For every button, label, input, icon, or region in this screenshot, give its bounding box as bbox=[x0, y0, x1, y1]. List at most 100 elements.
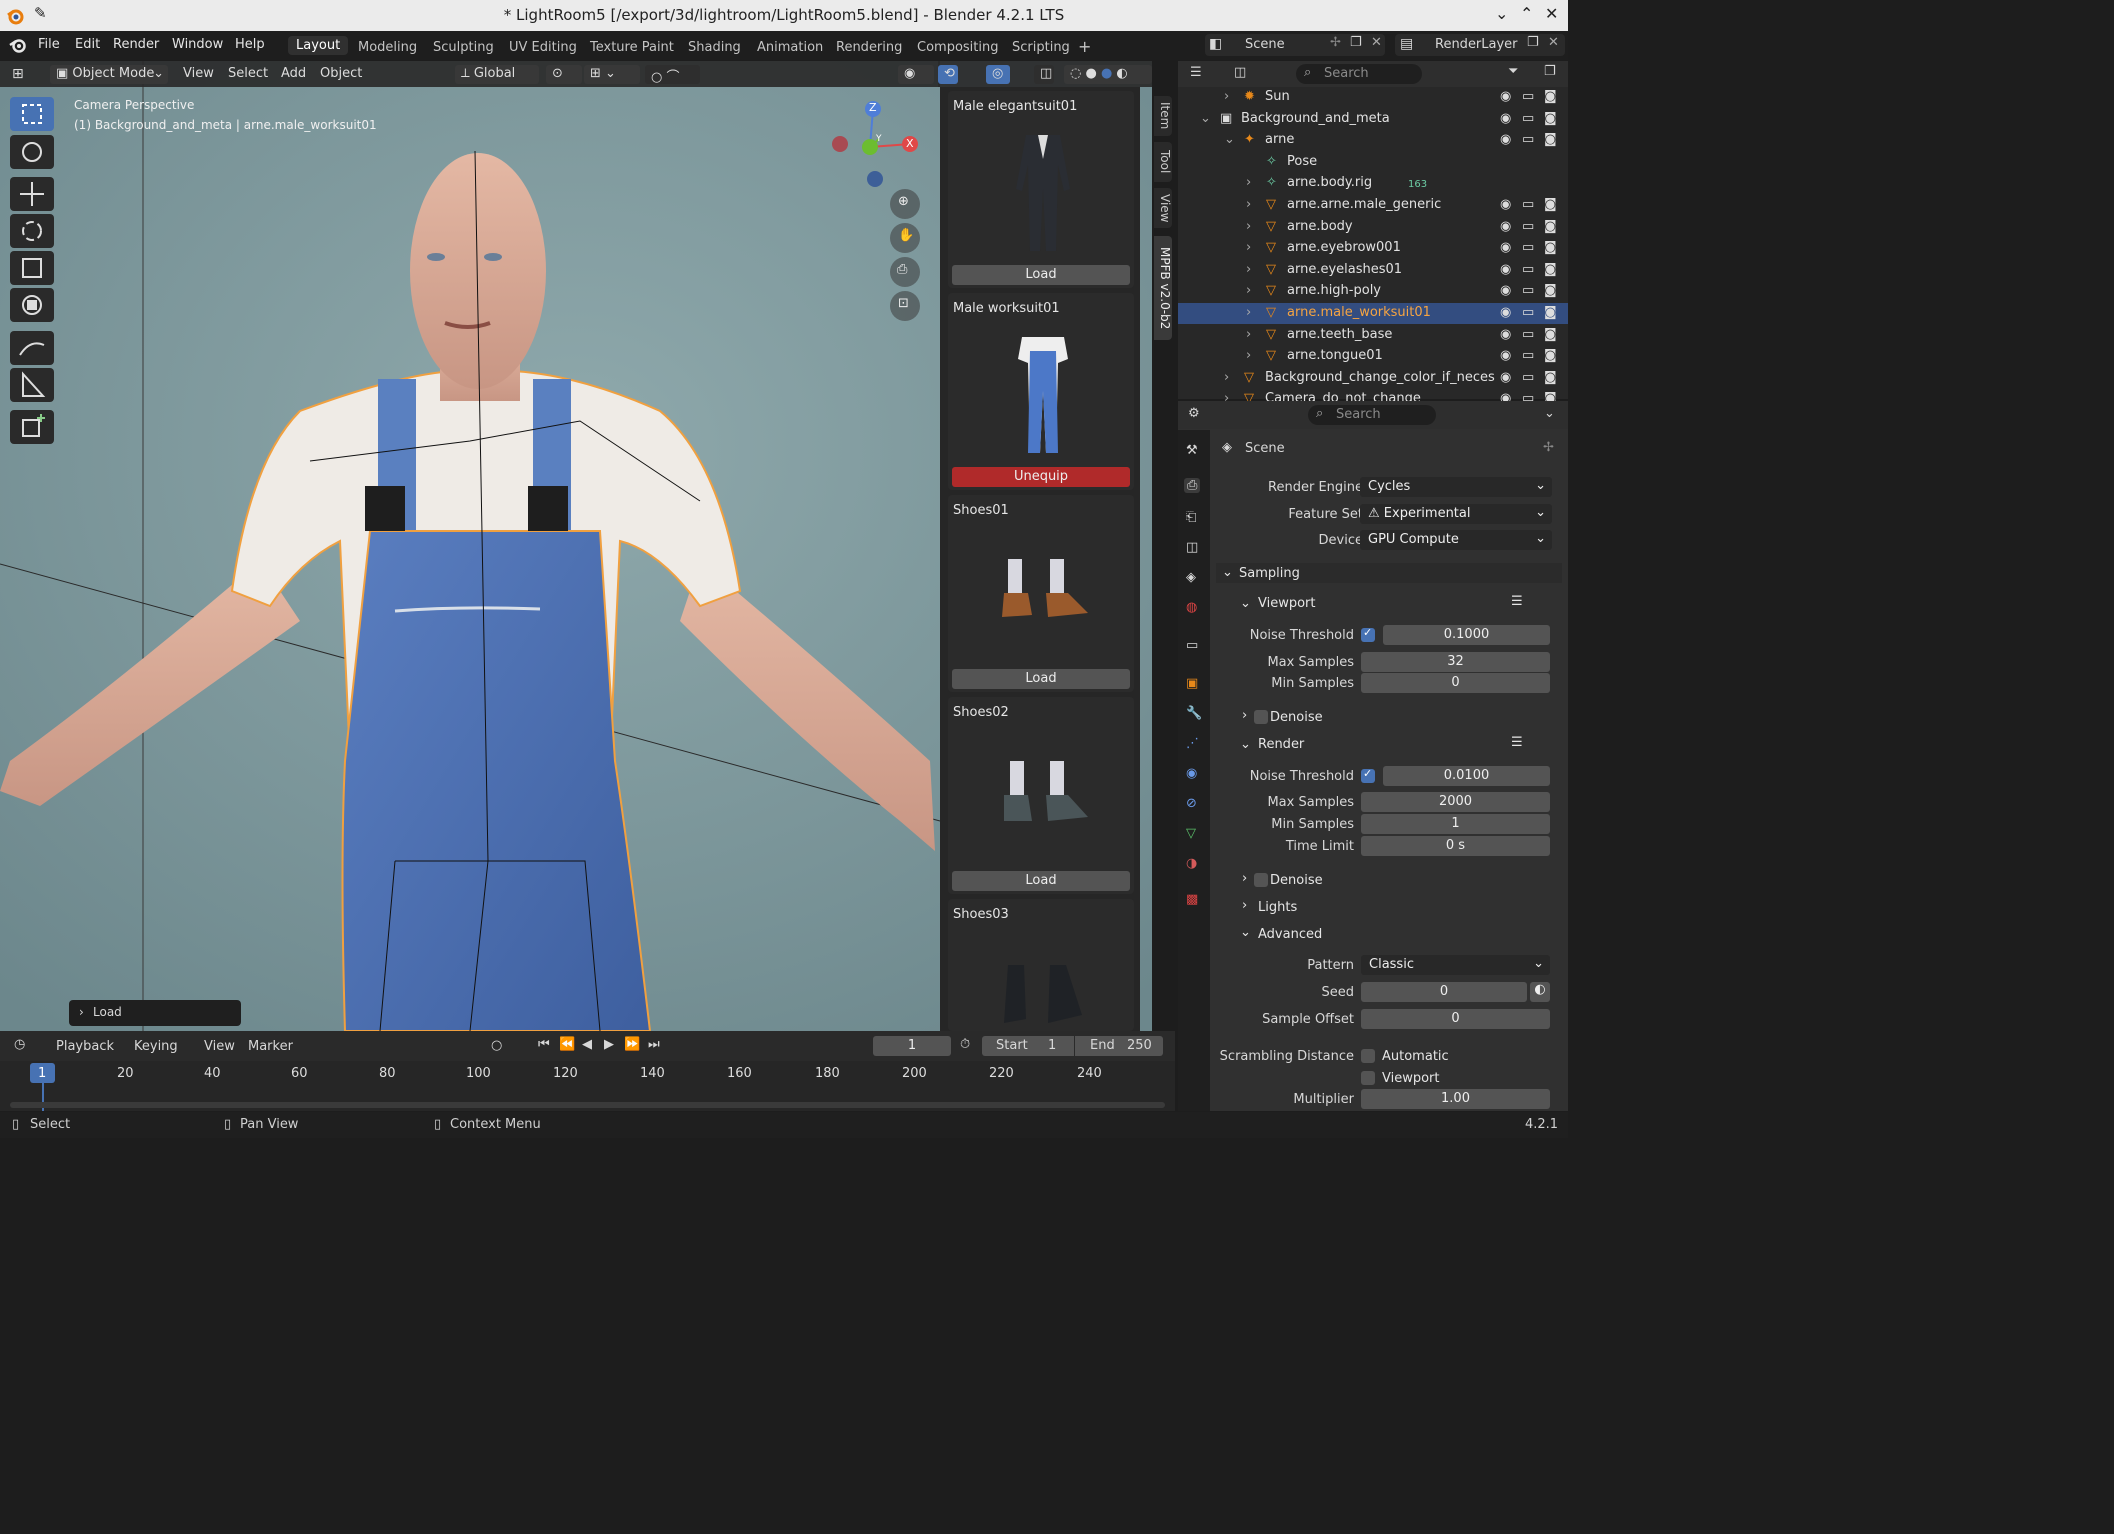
viewport-subpanel-title[interactable]: Viewport bbox=[1258, 596, 1316, 611]
outliner-row[interactable]: › ▽ arne.male_worksuit01 ◉ ▭ ◙ bbox=[1178, 303, 1568, 324]
monitor-icon[interactable]: ▭ bbox=[1522, 132, 1534, 147]
camera-icon[interactable]: ◙ bbox=[1544, 327, 1557, 342]
scale-tool[interactable] bbox=[10, 251, 54, 285]
menu-edit[interactable]: Edit bbox=[75, 37, 100, 52]
camera-icon[interactable]: ◙ bbox=[1544, 219, 1557, 234]
constraints-tab-icon[interactable]: ⊘ bbox=[1186, 796, 1197, 811]
vp-noise-threshold-field[interactable]: 0.1000 bbox=[1383, 625, 1550, 645]
visibility-dropdown[interactable]: ◉ bbox=[898, 65, 934, 84]
outliner-row[interactable]: ⌄ ✦ arne ◉ ▭ ◙ bbox=[1178, 130, 1568, 151]
menu-view[interactable]: View bbox=[183, 66, 214, 81]
new-collection-icon[interactable]: ❐ bbox=[1544, 64, 1556, 79]
expand-arrow-icon[interactable]: ⌄ bbox=[1200, 111, 1211, 126]
r-noise-threshold-checkbox[interactable]: ✓ bbox=[1361, 767, 1375, 783]
tab-tool[interactable]: Tool bbox=[1154, 142, 1172, 182]
texture-tab-icon[interactable]: ▩ bbox=[1186, 892, 1198, 907]
outliner-row[interactable]: › ▽ arne.body ◉ ▭ ◙ bbox=[1178, 217, 1568, 238]
jump-keyframe-back-icon[interactable]: ⏪ bbox=[559, 1037, 575, 1052]
tab-sculpting[interactable]: Sculpting bbox=[433, 40, 494, 55]
render-subpanel-title[interactable]: Render bbox=[1258, 737, 1304, 752]
object-tab-icon[interactable]: ▣ bbox=[1186, 676, 1198, 691]
menu-add[interactable]: Add bbox=[281, 66, 306, 81]
time-limit-field[interactable]: 0 s bbox=[1361, 836, 1550, 856]
expand-arrow-icon[interactable]: › bbox=[1246, 327, 1251, 342]
menu-select[interactable]: Select bbox=[228, 66, 268, 81]
filter-icon[interactable]: ⏷ bbox=[1508, 64, 1518, 79]
display-mode-icon[interactable]: ◫ bbox=[1234, 65, 1246, 80]
outliner-row[interactable]: › ▽ arne.tongue01 ◉ ▭ ◙ bbox=[1178, 346, 1568, 367]
menu-object[interactable]: Object bbox=[320, 66, 362, 81]
tool-tab-icon[interactable]: ⚒ bbox=[1186, 443, 1198, 458]
eye-icon[interactable]: ◉ bbox=[1500, 219, 1511, 234]
expand-arrow-icon[interactable]: › bbox=[1246, 240, 1251, 255]
particles-tab-icon[interactable]: ⋰ bbox=[1186, 736, 1199, 751]
zoom-icon[interactable]: ⊕ bbox=[890, 189, 920, 219]
data-tab-icon[interactable]: ▽ bbox=[1186, 826, 1196, 841]
tab-compositing[interactable]: Compositing bbox=[917, 40, 999, 55]
outliner-row[interactable]: ✧ Pose bbox=[1178, 152, 1568, 173]
camera-icon[interactable]: ◙ bbox=[1544, 197, 1557, 212]
outliner-row[interactable]: ⌄ ▣ Background_and_meta ◉ ▭ ◙ bbox=[1178, 109, 1568, 130]
world-tab-icon[interactable]: ◍ bbox=[1186, 600, 1197, 615]
monitor-icon[interactable]: ▭ bbox=[1522, 240, 1534, 255]
chevron-down-icon[interactable]: ⌄ bbox=[1240, 596, 1251, 611]
eye-icon[interactable]: ◉ bbox=[1500, 283, 1511, 298]
eye-icon[interactable]: ◉ bbox=[1500, 111, 1511, 126]
outliner-row[interactable]: › ✹ Sun ◉ ▭ ◙ bbox=[1178, 87, 1568, 108]
play-reverse-icon[interactable]: ◀ bbox=[582, 1037, 592, 1052]
r-max-samples-field[interactable]: 2000 bbox=[1361, 792, 1550, 812]
presets-list-icon[interactable]: ☰ bbox=[1511, 735, 1523, 750]
chevron-right-icon[interactable]: › bbox=[1242, 898, 1247, 913]
device-dropdown[interactable]: GPU Compute ⌄ bbox=[1360, 530, 1552, 550]
feature-set-dropdown[interactable]: ⚠ Experimental ⌄ bbox=[1360, 504, 1552, 524]
expand-arrow-icon[interactable]: › bbox=[1246, 262, 1251, 277]
outliner-row[interactable]: › ▽ Background_change_color_if_neces ◉ ▭ ◙ bbox=[1178, 368, 1568, 389]
eye-icon[interactable]: ◉ bbox=[1500, 348, 1511, 363]
camera-icon[interactable]: ◙ bbox=[1544, 132, 1557, 147]
eye-icon[interactable]: ◉ bbox=[1500, 327, 1511, 342]
automatic-checkbox[interactable] bbox=[1361, 1049, 1375, 1063]
chevron-down-icon[interactable]: ⌄ bbox=[1544, 406, 1555, 421]
physics-tab-icon[interactable]: ◉ bbox=[1186, 766, 1197, 781]
camera-icon[interactable]: ◙ bbox=[1544, 89, 1557, 104]
tab-modeling[interactable]: Modeling bbox=[358, 40, 417, 55]
monitor-icon[interactable]: ▭ bbox=[1522, 219, 1534, 234]
transform-tool[interactable] bbox=[10, 288, 54, 322]
monitor-icon[interactable]: ▭ bbox=[1522, 348, 1534, 363]
jump-end-icon[interactable]: ⏭ bbox=[648, 1037, 660, 1052]
eye-icon[interactable]: ◉ bbox=[1500, 240, 1511, 255]
editor-type-icon[interactable]: ◷ bbox=[14, 1037, 25, 1052]
properties-search-input[interactable]: ⌕ Search bbox=[1308, 405, 1436, 425]
gizmo-toggle-icon[interactable]: ⟲ bbox=[938, 65, 958, 84]
cursor-tool[interactable] bbox=[10, 135, 54, 169]
outliner-row[interactable]: › ▽ arne.high-poly ◉ ▭ ◙ bbox=[1178, 281, 1568, 302]
tab-mpfb[interactable]: MPFB v2.0-b2 bbox=[1154, 236, 1172, 340]
last-operator-panel[interactable]: › Load bbox=[69, 1000, 241, 1026]
advanced-subpanel-title[interactable]: Advanced bbox=[1258, 927, 1322, 942]
camera-icon[interactable]: ◙ bbox=[1544, 348, 1557, 363]
camera-view-icon[interactable]: ⎙ bbox=[890, 257, 920, 287]
camera-icon[interactable]: ◙ bbox=[1544, 262, 1557, 277]
tab-uv-editing[interactable]: UV Editing bbox=[509, 40, 577, 55]
jump-keyframe-forward-icon[interactable]: ⏩ bbox=[624, 1037, 640, 1052]
auto-keying-icon[interactable]: ○ bbox=[491, 1038, 502, 1053]
expand-arrow-icon[interactable]: › bbox=[1246, 305, 1251, 320]
collection-tab-icon[interactable]: ▭ bbox=[1186, 638, 1198, 653]
render-tab-icon[interactable]: ⎙ bbox=[1184, 478, 1201, 493]
outliner-row[interactable]: › ▽ arne.eyelashes01 ◉ ▭ ◙ bbox=[1178, 260, 1568, 281]
tab-scripting[interactable]: Scripting bbox=[1012, 40, 1070, 55]
editor-type-icon[interactable]: ⚙ bbox=[1188, 406, 1200, 421]
start-frame-field[interactable]: Start 1 bbox=[982, 1036, 1074, 1056]
snap-toggle[interactable]: ⊞ ⌄ bbox=[584, 65, 640, 84]
scene-tab-icon[interactable]: ◈ bbox=[1186, 570, 1196, 585]
minimize-icon[interactable]: ⌄ bbox=[1495, 4, 1508, 23]
camera-icon[interactable]: ◙ bbox=[1544, 111, 1557, 126]
r-denoise-label[interactable]: Denoise bbox=[1270, 873, 1323, 888]
asset-load-button[interactable]: Load bbox=[952, 265, 1130, 285]
menu-help[interactable]: Help bbox=[235, 37, 265, 52]
shading-modes[interactable]: ◌ ● ● ◐ bbox=[1064, 65, 1152, 84]
tab-animation[interactable]: Animation bbox=[757, 40, 823, 55]
renderlayer-selector[interactable]: ▤ RenderLayer ❐ ✕ bbox=[1395, 34, 1565, 56]
r-min-samples-field[interactable]: 1 bbox=[1361, 814, 1550, 834]
play-icon[interactable]: ▶ bbox=[604, 1037, 614, 1052]
